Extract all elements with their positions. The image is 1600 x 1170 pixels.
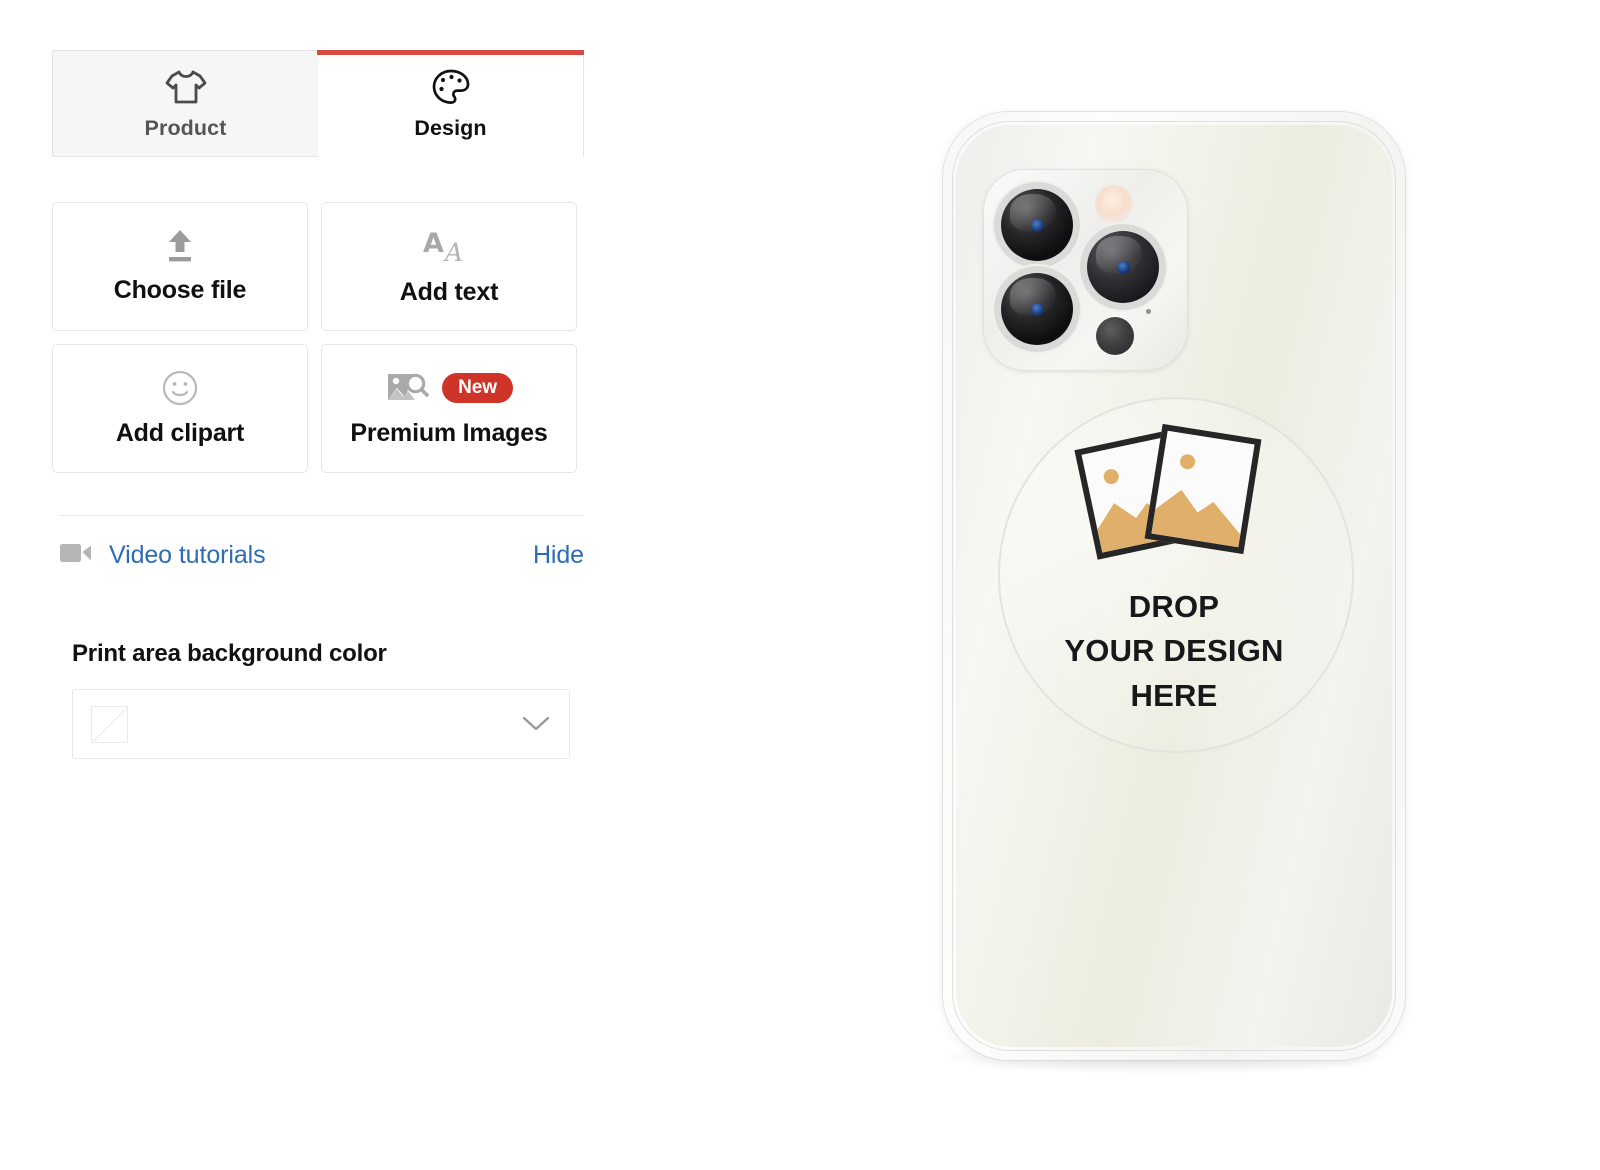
lens-glare	[1095, 236, 1142, 274]
photo-card-front	[1144, 423, 1262, 555]
camera-module	[983, 169, 1188, 371]
product-preview-stage: DROP YOUR DESIGN HERE	[640, 0, 1600, 1170]
camera-lens-telephoto	[1087, 231, 1159, 303]
choose-file-button[interactable]: Choose file	[52, 202, 308, 331]
phone-case-mockup: DROP YOUR DESIGN HERE	[943, 112, 1405, 1060]
add-clipart-button[interactable]: Add clipart	[52, 344, 308, 473]
svg-text:A: A	[443, 238, 463, 266]
image-search-icon	[385, 369, 429, 407]
new-badge: New	[442, 373, 513, 403]
premium-images-button[interactable]: New Premium Images	[321, 344, 577, 473]
video-tutorials-link[interactable]: Video tutorials	[60, 540, 266, 570]
hide-tutorials-link[interactable]: Hide	[533, 541, 584, 570]
add-text-label: Add text	[399, 278, 499, 306]
svg-text:A: A	[423, 228, 444, 259]
drop-zone-line-3: HERE	[1130, 677, 1218, 713]
add-text-button[interactable]: A A Add text	[321, 202, 577, 331]
print-area-background-section: Print area background color	[72, 640, 570, 759]
tab-design-label: Design	[414, 115, 487, 140]
camera-lens-wide	[1001, 189, 1073, 261]
chevron-down-icon	[521, 715, 551, 733]
tab-product-label: Product	[144, 115, 227, 140]
editor-tab-bar: Product Design	[52, 50, 584, 157]
two-photos-icon	[1074, 423, 1269, 560]
tab-product[interactable]: Product	[52, 50, 318, 157]
photo-sun	[1102, 467, 1121, 486]
camera-lens-ultrawide	[1001, 273, 1073, 345]
editor-panel: Product Design Choose file A A Add text …	[0, 0, 640, 1170]
upload-icon	[163, 228, 197, 264]
font-aa-icon: A A	[421, 226, 477, 267]
phone-body: DROP YOUR DESIGN HERE	[956, 125, 1392, 1047]
lidar-sensor	[1096, 317, 1134, 355]
panel-divider	[58, 515, 584, 516]
smiley-icon	[161, 369, 199, 407]
palette-icon	[431, 67, 471, 107]
video-tutorials-label: Video tutorials	[109, 540, 266, 569]
photo-sun	[1178, 453, 1197, 471]
video-camera-icon	[60, 541, 93, 570]
video-tutorials-row: Video tutorials Hide	[60, 532, 584, 578]
premium-images-label: Premium Images	[350, 419, 548, 447]
tab-design[interactable]: Design	[317, 50, 584, 157]
lens-glare	[1009, 194, 1056, 232]
choose-file-label: Choose file	[113, 276, 247, 304]
drop-zone-line-1: DROP	[1128, 589, 1220, 624]
drop-zone-line-2: YOUR DESIGN	[1064, 633, 1284, 669]
hide-label: Hide	[532, 540, 584, 569]
drop-zone-text: DROP YOUR DESIGN HERE	[1064, 585, 1283, 718]
design-action-grid: Choose file A A Add text Add clipart New…	[52, 202, 577, 473]
microphone-hole	[1146, 309, 1151, 314]
print-area-background-label: Print area background color	[72, 640, 387, 667]
no-color-swatch	[91, 705, 128, 743]
tshirt-icon	[164, 67, 208, 107]
camera-flash	[1095, 185, 1133, 223]
design-drop-zone[interactable]: DROP YOUR DESIGN HERE	[994, 423, 1354, 718]
premium-images-icon-row: New	[385, 369, 513, 407]
print-area-background-select[interactable]	[72, 689, 570, 759]
add-clipart-label: Add clipart	[115, 419, 245, 447]
lens-glare	[1009, 278, 1056, 316]
photo-mountain	[1151, 476, 1247, 547]
